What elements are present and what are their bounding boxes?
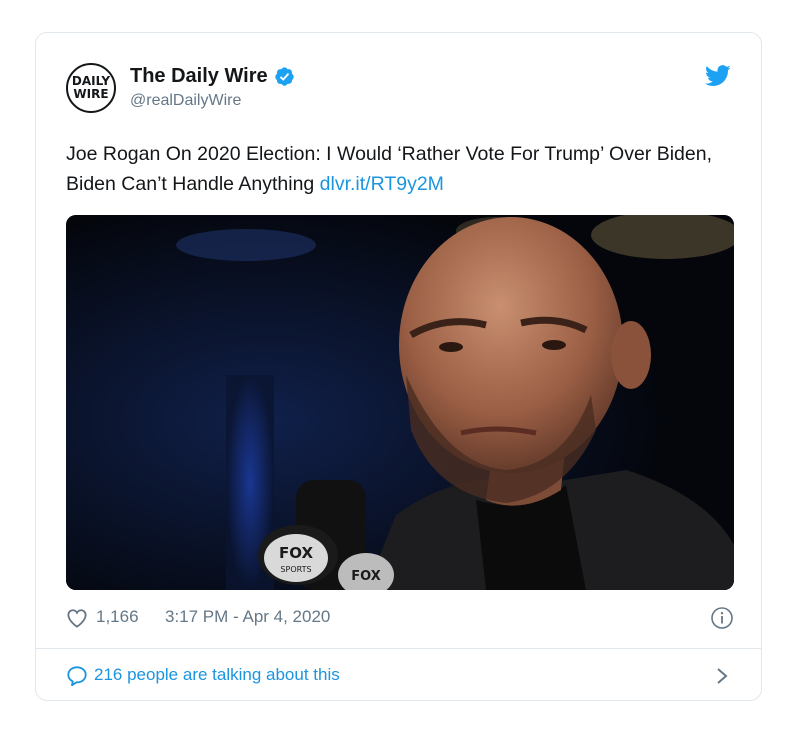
tweet-photo[interactable]: FOX SPORTS FOX	[66, 215, 734, 590]
tweet-card[interactable]: DAILY WIRE The Daily Wire @realDailyWire…	[35, 32, 762, 701]
verified-badge-icon	[274, 67, 294, 86]
speech-bubble-icon	[67, 666, 87, 687]
photo-joe-rogan: FOX SPORTS FOX	[66, 215, 734, 590]
mic-flag-sports-text: SPORTS	[280, 565, 311, 574]
mic-flag-fox-2-text: FOX	[351, 569, 381, 584]
tweet-link[interactable]: dlvr.it/RT9y2M	[320, 173, 444, 195]
divider	[36, 648, 761, 649]
mic-flag-fox-text: FOX	[279, 544, 313, 562]
avatar-line-2: WIRE	[73, 87, 109, 101]
author-handle[interactable]: @realDailyWire	[130, 92, 295, 110]
avatar[interactable]: DAILY WIRE	[66, 63, 116, 113]
conversation-link[interactable]: 216 people are talking about this	[66, 661, 734, 691]
tweet-header: DAILY WIRE The Daily Wire @realDailyWire	[66, 63, 731, 119]
tweet-meta: 1,166 3:17 PM - Apr 4, 2020	[66, 606, 734, 632]
twitter-bird-icon[interactable]	[705, 65, 731, 87]
info-icon[interactable]	[710, 606, 734, 630]
talking-about-text[interactable]: 216 people are talking about this	[94, 665, 340, 685]
chevron-right-icon[interactable]	[716, 667, 728, 685]
author-block: The Daily Wire @realDailyWire	[130, 65, 295, 110]
timestamp[interactable]: 3:17 PM - Apr 4, 2020	[165, 607, 330, 627]
like-count[interactable]: 1,166	[96, 607, 139, 627]
tweet-text: Joe Rogan On 2020 Election: I Would ‘Rat…	[66, 139, 736, 199]
author-name[interactable]: The Daily Wire	[130, 65, 268, 88]
heart-icon[interactable]	[66, 608, 88, 628]
